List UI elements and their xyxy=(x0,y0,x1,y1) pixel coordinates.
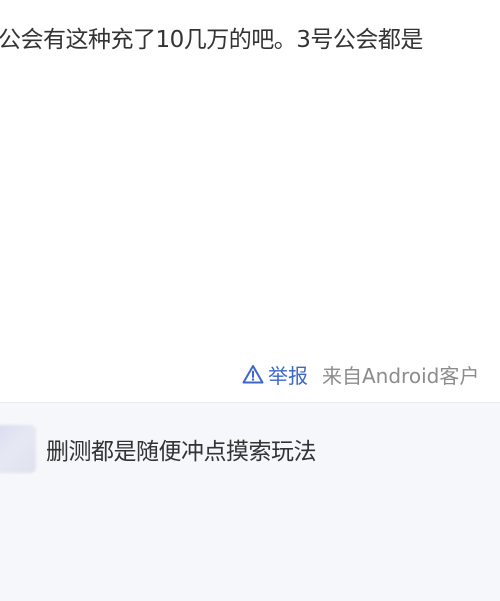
warning-icon xyxy=(242,365,264,384)
avatar[interactable] xyxy=(0,425,36,473)
reply-section: 删测都是随便冲点摸索玩法 xyxy=(0,402,500,601)
post-meta: 举报 来自Android客户 xyxy=(242,360,479,388)
report-button[interactable]: 举报 xyxy=(242,360,308,389)
post-text: 公会有这种充了10几万的吧。3号公会都是 xyxy=(0,27,423,53)
reply-item: 删测都是随便冲点摸索玩法 xyxy=(0,421,317,477)
source-client-label: 来自Android客户 xyxy=(322,363,480,388)
post-content: 公会有这种充了10几万的吧。3号公会都是 举报 来自Android客户 xyxy=(0,0,500,402)
report-label: 举报 xyxy=(268,363,308,388)
reply-text: 删测都是随便冲点摸索玩法 xyxy=(46,439,317,465)
